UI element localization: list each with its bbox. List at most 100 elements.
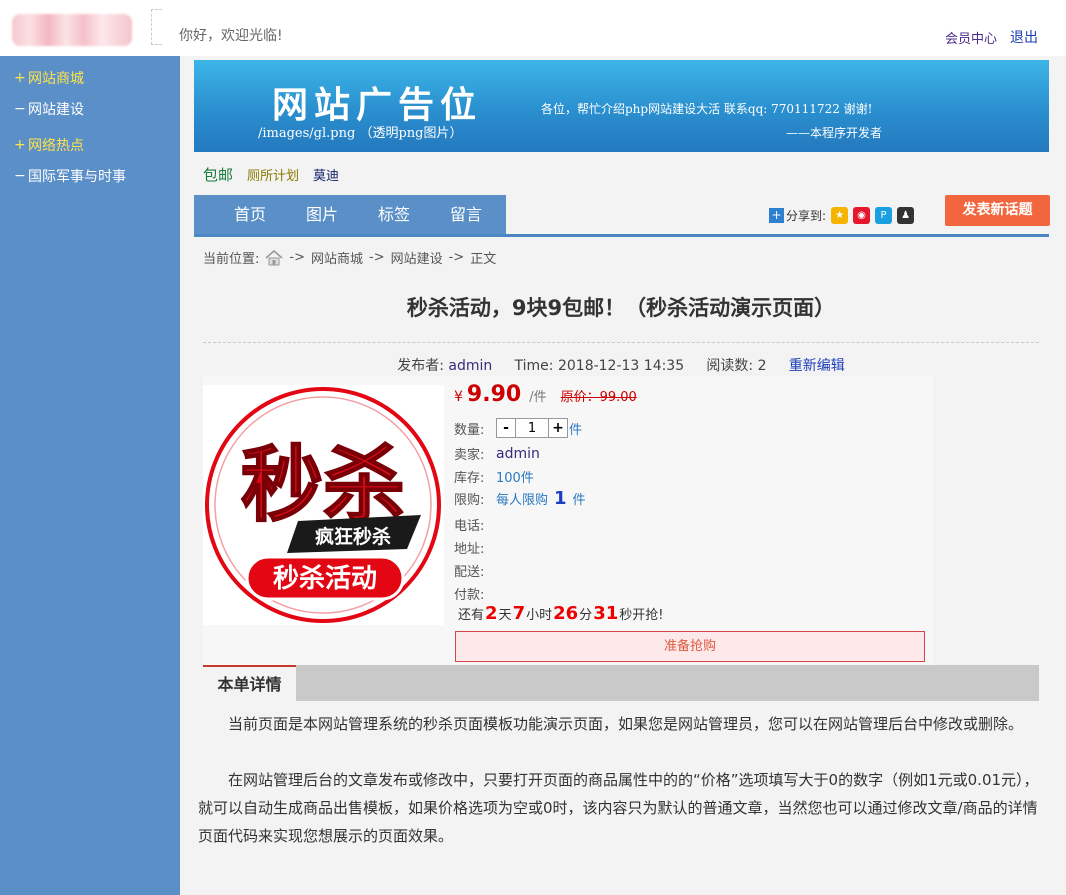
image-badge-text: 疯狂秒杀 [315,525,391,548]
price: 9.90 [466,382,522,407]
phone-row: 电话: [454,515,496,534]
collapse-icon: − [14,168,26,184]
sidebar-item-web-build[interactable]: − 网站建设 [14,99,84,119]
detail-header: 本单详情 [203,665,1039,701]
image-banner-text: 秒杀活动 [273,563,377,594]
qty-plus-button[interactable]: + [548,418,568,438]
stock-label: 库存: [454,471,485,486]
quicklink-modi[interactable]: 莫迪 [313,165,339,184]
logout-link[interactable]: 退出 [1010,27,1038,47]
sidebar-item-mall[interactable]: + 网站商城 [14,68,84,88]
qty-input[interactable]: 1 [516,418,548,438]
detail-content: 当前页面是本网站管理系统的秒杀页面模板功能演示页面，如果您是网站管理员，您可以在… [198,710,1044,878]
site-logo[interactable] [12,14,132,46]
address-label: 地址: [454,542,485,557]
publisher-link[interactable]: admin [448,358,492,374]
countdown-hours: 7 [512,603,526,624]
detail-paragraph: 当前页面是本网站管理系统的秒杀页面模板功能演示页面，如果您是网站管理员，您可以在… [228,715,1024,733]
sidebar-item-label: 国际军事与时事 [28,169,126,185]
currency-symbol: ¥ [454,389,463,405]
quantity-row: 数量: - 1 + 件 [454,418,582,438]
countdown-days-unit: 天 [498,608,512,623]
breadcrumb-current: 正文 [470,252,497,267]
reads-label: 阅读数: [706,358,754,374]
countdown-suffix: 秒开抢! [619,608,664,623]
limit-value: 1 [554,488,567,509]
banner-path: /images/gl.png （透明png图片） [258,126,463,141]
welcome-text: 你好，欢迎光临! [179,28,283,44]
publish-time: 2018-12-13 14:35 [557,358,685,374]
article-meta: 发布者: admin Time: 2018-12-13 14:35 阅读数: 2… [193,355,1049,375]
qty-unit: 件 [569,422,583,438]
collapse-icon: − [14,101,26,117]
shipping-label: 配送: [454,565,485,580]
expand-icon: + [14,137,26,153]
seller-link[interactable]: admin [496,446,540,462]
breadcrumb: 当前位置: -> 网站商城 -> 网站建设 -> 正文 [203,248,496,267]
quicklink-toilet-plan[interactable]: 厕所计划 [247,165,299,184]
share-label: 分享到: [786,209,827,223]
countdown-prefix: 还有 [458,608,485,623]
share-plus-icon[interactable]: + [769,208,784,223]
breadcrumb-sep: -> [289,250,305,265]
expand-icon: + [14,70,26,86]
article-title: 秒杀活动，9块9包邮！（秒杀活动演示页面） [406,296,836,320]
payment-row: 付款: [454,584,496,603]
ad-banner[interactable]: 网站广告位 /images/gl.png （透明png图片） 各位，帮忙介绍ph… [194,60,1049,152]
sidebar-item-label: 网络热点 [28,138,84,154]
shipping-row: 配送: [454,561,496,580]
sidebar-item-hot-topics[interactable]: + 网络热点 [14,135,84,155]
product-image[interactable]: 秒杀 疯狂秒杀 秒杀活动 [203,385,444,625]
quicklink-free-shipping[interactable]: 包邮 [203,164,233,185]
nav-home[interactable]: 首页 [234,195,266,234]
post-new-topic-button[interactable]: 发表新话题 [945,195,1050,226]
phone-label: 电话: [454,519,485,534]
qzone-icon[interactable]: ★ [831,207,849,224]
limit-unit: 件 [572,493,586,508]
seller-label: 卖家: [454,448,485,463]
read-count: 2 [757,358,767,374]
qq-icon[interactable]: ♟ [897,207,915,224]
countdown-minutes-unit: 分 [579,608,593,623]
breadcrumb-mall[interactable]: 网站商城 [311,248,363,267]
nav-tags[interactable]: 标签 [378,195,410,234]
sidebar: + 网站商城 − 网站建设 + 网络热点 − 国际军事与时事 [0,56,180,895]
sidebar-item-label: 网站建设 [28,102,84,118]
countdown-seconds: 31 [593,603,619,624]
banner-title: 网站广告位 [272,84,483,126]
stock-value: 100件 [496,471,534,486]
stock-row: 库存: 100件 [454,467,534,486]
breadcrumb-web-build[interactable]: 网站建设 [391,248,443,267]
countdown: 还有 2 天 7 小时 26 分 31 秒开抢! [458,603,663,624]
prepare-buy-button[interactable]: 准备抢购 [455,631,925,662]
breadcrumb-prefix: 当前位置: [203,252,260,267]
nav-bar: 首页 图片 标签 留言 + 分享到: ★ ◉ P ♟ 发表新话题 [194,195,1050,237]
price-unit: /件 [529,390,547,405]
detail-paragraph: 在网站管理后台的文章发布或修改中，只要打开页面的商品属性中的的“价格”选项填写大… [198,771,1039,845]
quick-links: 包邮 厕所计划 莫迪 [203,164,339,185]
member-center-link[interactable]: 会员中心 [945,28,997,47]
title-divider [203,342,1039,343]
banner-notice: 各位，帮忙介绍php网站建设大活 联系qq: 770111722 谢谢! [541,102,873,116]
address-row: 地址: [454,538,496,557]
qqweibo-icon[interactable]: P [875,207,893,224]
payment-label: 付款: [454,588,485,603]
product-box: 秒杀 疯狂秒杀 秒杀活动 ¥ 9.90 /件 原价：99.00 数量: - 1 … [203,376,933,666]
nav-images[interactable]: 图片 [306,195,338,234]
re-edit-link[interactable]: 重新编辑 [789,358,845,374]
countdown-days: 2 [485,603,498,624]
top-bar: 你好，欢迎光临! 会员中心 退出 [0,0,1066,56]
sidebar-item-military[interactable]: − 国际军事与时事 [14,166,126,186]
limit-prefix: 每人限购 [496,493,549,508]
breadcrumb-sep: -> [448,250,465,265]
banner-developer: ——本程序开发者 [786,126,883,140]
weibo-icon[interactable]: ◉ [853,207,871,224]
limit-row: 限购: 每人限购 1 件 [454,488,586,509]
home-icon[interactable] [265,249,283,266]
breadcrumb-sep: -> [369,250,385,265]
nav-guestbook[interactable]: 留言 [450,195,482,234]
tab-order-details[interactable]: 本单详情 [203,665,296,701]
qty-minus-button[interactable]: - [496,418,516,438]
countdown-hours-unit: 小时 [526,608,553,623]
seller-row: 卖家: admin [454,444,540,464]
